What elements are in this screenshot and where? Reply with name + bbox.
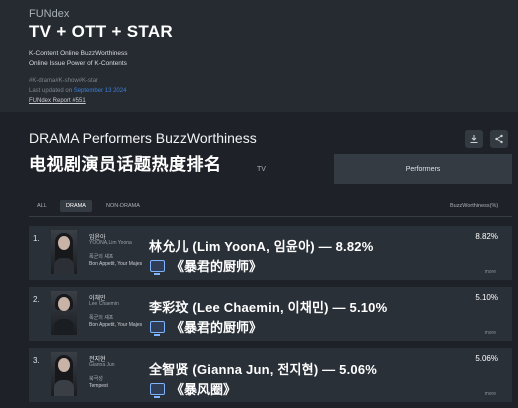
hashtags: #K-drama#K-show#K-star: [29, 78, 99, 84]
role-title: 북극성: [89, 376, 103, 382]
role-title: 폭군의 셰프: [89, 315, 114, 321]
overlay-caption-3: 全智贤 (Gianna Jun, 전지현) — 5.06%: [149, 362, 378, 377]
more-link[interactable]: more: [485, 391, 496, 397]
overlay-caption-2: 李彩玟 (Lee Chaemin, 이채민) — 5.10%: [149, 300, 388, 315]
page-title: TV + OTT + STAR: [29, 22, 173, 41]
tv-icon: [150, 382, 165, 398]
overlay-show-3: 《暴风圈》: [150, 379, 236, 398]
page: FUNdex TV + OTT + STAR K-Content Online …: [0, 0, 518, 408]
last-updated-label: Last updated on: [29, 88, 73, 94]
last-updated: Last updated on September 13 2024: [29, 88, 126, 94]
more-link[interactable]: more: [485, 269, 496, 275]
filter-drama[interactable]: DRAMA: [60, 200, 92, 212]
overlay-show-2: 《暴君的厨师》: [150, 317, 262, 336]
more-link[interactable]: more: [485, 330, 496, 336]
header-panel: FUNdex TV + OTT + STAR K-Content Online …: [0, 0, 518, 112]
download-button[interactable]: [465, 130, 483, 148]
show-title: Tempest: [89, 383, 108, 389]
column-header-buzzworthiness[interactable]: BuzzWorthiness(%): [450, 200, 498, 212]
show-title: Bon Appetit, Your Majes: [89, 261, 143, 267]
buzz-percent: 5.10%: [475, 293, 498, 302]
buzz-percent: 5.06%: [475, 354, 498, 363]
name-english: Gianna Jun: [89, 362, 115, 368]
share-button[interactable]: [490, 130, 508, 148]
overlay-show-title-2: 《暴君的厨师》: [171, 320, 263, 335]
report-link[interactable]: FUNdex Report #551: [29, 98, 86, 104]
buzz-percent: 8.82%: [475, 232, 498, 241]
name-english: Lee Chaemin: [89, 301, 119, 307]
show-title: Bon Appetit, Your Majes: [89, 322, 143, 328]
download-icon: [470, 135, 478, 143]
last-updated-date[interactable]: September 13 2024: [74, 88, 127, 94]
tv-label: TV: [257, 166, 266, 173]
subtitle-1: K-Content Online BuzzWorthiness: [29, 50, 128, 57]
brand-name: FUNdex: [29, 8, 70, 20]
tab-performers[interactable]: Performers: [334, 154, 512, 184]
overlay-show-1: 《暴君的厨师》: [150, 256, 262, 275]
rank: 2.: [33, 295, 40, 304]
section-title-zh: 电视剧演员话题热度排名: [29, 155, 222, 174]
overlay-show-title-1: 《暴君的厨师》: [171, 259, 263, 274]
rank: 1.: [33, 234, 40, 243]
performer-photo: [51, 352, 77, 396]
divider: [29, 216, 512, 217]
filter-all[interactable]: ALL: [37, 200, 47, 212]
share-icon: [495, 134, 503, 144]
tv-icon: [150, 259, 165, 275]
overlay-caption-1: 林允儿 (Lim YoonA, 임윤아) — 8.82%: [149, 239, 374, 254]
section-title: DRAMA Performers BuzzWorthiness: [29, 130, 257, 146]
tv-icon: [150, 320, 165, 336]
filter-non-drama[interactable]: NON-DRAMA: [106, 200, 140, 212]
overlay-show-title-3: 《暴风圈》: [171, 382, 237, 397]
performer-photo: [51, 291, 77, 335]
name-english: YOONA,Lim Yoona: [89, 240, 132, 246]
role-title: 폭군의 셰프: [89, 254, 114, 260]
rank: 3.: [33, 356, 40, 365]
subtitle-2: Online Issue Power of K-Contents: [29, 60, 127, 67]
performer-photo: [51, 230, 77, 274]
